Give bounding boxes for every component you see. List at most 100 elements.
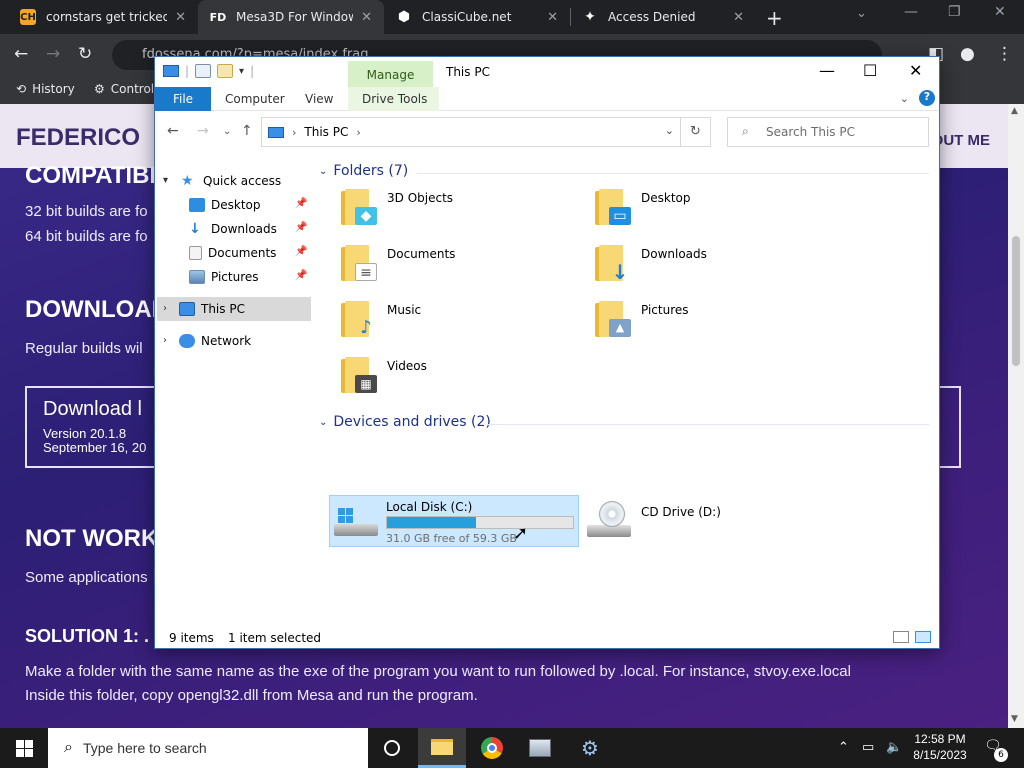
folder-videos[interactable]: ▦ Videos [331, 349, 571, 403]
back-icon[interactable]: ← [14, 44, 28, 64]
bookmark-control[interactable]: ⚙ Control [94, 82, 154, 96]
close-icon[interactable]: ✕ [175, 10, 186, 25]
tab-mesa3d[interactable]: FD Mesa3D For Windows - ✕ [198, 0, 384, 34]
search-input[interactable]: ⌕ Search This PC [727, 117, 929, 147]
forward-icon[interactable]: → [46, 44, 60, 64]
folder-3d-objects[interactable]: ◆ 3D Objects [331, 181, 571, 235]
help-icon[interactable]: ? [919, 90, 935, 106]
nav-this-pc[interactable]: › This PC [157, 297, 311, 321]
nav-documents[interactable]: Documents 📌 [155, 241, 311, 265]
tab-view[interactable]: View [305, 87, 333, 111]
drive-cd-d[interactable]: CD Drive (D:) [585, 495, 825, 547]
taskbar-app[interactable] [516, 728, 564, 768]
folders-group-header[interactable]: ⌄ Folders (7) [319, 163, 408, 179]
task-view-icon [384, 740, 400, 756]
pin-icon[interactable]: 📌 [295, 246, 307, 257]
folder-desktop[interactable]: ▭ Desktop [585, 181, 825, 235]
recent-locations-icon[interactable]: ⌄ [223, 126, 231, 137]
clock-time: 12:58 PM [914, 732, 966, 746]
nav-about-me[interactable]: OUT ME [932, 132, 990, 149]
taskbar-search-input[interactable]: ⌕ Type here to search [48, 728, 368, 768]
back-icon[interactable]: ← [167, 123, 179, 139]
chevron-down-icon[interactable]: ⌄ [319, 166, 327, 177]
taskbar-chrome[interactable] [468, 728, 516, 768]
tab-classicube[interactable]: ⬢ ClassiCube.net ✕ [384, 0, 570, 34]
reload-icon[interactable]: ↻ [78, 44, 92, 64]
notifications-button[interactable]: 🗨 6 [984, 738, 1008, 762]
folder-pictures[interactable]: ▲ Pictures [585, 293, 825, 347]
chevron-down-icon[interactable]: ⌄ [900, 92, 909, 105]
scroll-down-icon[interactable]: ▼ [1011, 714, 1018, 724]
chevron-right-icon[interactable]: › [163, 303, 167, 314]
forward-icon[interactable]: → [197, 123, 209, 139]
network-icon[interactable]: ▭ [862, 740, 874, 755]
up-icon[interactable]: ↑ [241, 123, 253, 139]
taskbar-settings[interactable]: ⚙ [566, 728, 614, 768]
bookmark-history[interactable]: ⟲ History [16, 82, 75, 96]
site-brand[interactable]: FEDERICO [16, 124, 140, 152]
scrollbar-thumb[interactable] [1012, 236, 1020, 366]
close-icon[interactable]: ✕ [547, 10, 558, 25]
new-folder-icon[interactable] [217, 64, 234, 78]
folder-downloads[interactable]: ↓ Downloads [585, 237, 825, 291]
clock[interactable]: 12:58 PM 8/15/2023 [908, 731, 972, 763]
start-button[interactable] [0, 728, 48, 768]
chevron-down-icon[interactable]: ▾ [163, 175, 168, 186]
restore-icon[interactable]: ❐ [948, 4, 961, 20]
chevron-down-icon[interactable]: ▾ [239, 66, 244, 77]
properties-icon[interactable] [195, 64, 212, 78]
folder-documents[interactable]: ≡ Documents [331, 237, 571, 291]
profile-icon[interactable]: ● [960, 44, 975, 64]
group-label: Folders (7) [333, 163, 409, 179]
minimize-icon[interactable]: — [904, 4, 918, 20]
close-icon[interactable]: ✕ [361, 10, 372, 25]
breadcrumb-separator[interactable]: › [356, 126, 360, 139]
nav-pictures[interactable]: Pictures 📌 [155, 265, 311, 289]
close-icon[interactable]: ✕ [733, 10, 744, 25]
chevron-down-icon[interactable]: ⌄ [665, 124, 674, 137]
address-box[interactable]: › This PC › ⌄ ↻ [261, 117, 711, 147]
tab-computer[interactable]: Computer [225, 87, 285, 111]
breadcrumb[interactable]: This PC [304, 125, 348, 139]
scroll-up-icon[interactable]: ▲ [1011, 106, 1018, 116]
new-tab-button[interactable]: + [766, 6, 783, 30]
document-icon [189, 246, 202, 260]
refresh-icon[interactable]: ↻ [680, 118, 710, 146]
pin-icon[interactable]: 📌 [295, 198, 307, 209]
computer-icon [179, 302, 195, 316]
folder-icon: ↓ [595, 245, 631, 283]
drives-group-header[interactable]: ⌄ Devices and drives (2) [319, 414, 491, 430]
tab-favicon: ⬢ [397, 9, 411, 25]
task-view-button[interactable] [368, 728, 416, 768]
nav-quick-access[interactable]: ▾ ★ Quick access [155, 169, 311, 193]
chevron-down-icon[interactable]: ⌄ [856, 6, 867, 21]
page-scrollbar[interactable]: ▲ ▼ [1008, 104, 1024, 728]
maximize-icon[interactable]: ☐ [863, 61, 877, 80]
pin-icon[interactable]: 📌 [295, 270, 307, 281]
nav-network[interactable]: › Network [155, 329, 311, 353]
nav-desktop[interactable]: Desktop 📌 [155, 193, 311, 217]
drive-local-disk-c[interactable]: Local Disk (C:) 31.0 GB free of 59.3 GB [329, 495, 579, 547]
pin-icon[interactable]: 📌 [295, 222, 307, 233]
tab-cornstars[interactable]: CH cornstars get tricked in ✕ [8, 0, 198, 34]
chevron-right-icon[interactable]: › [163, 335, 167, 346]
details-view-icon[interactable] [893, 631, 909, 643]
paragraph-1: Make a folder with the same name as the … [25, 663, 851, 680]
menu-icon[interactable]: ⋮ [996, 44, 1013, 64]
tab-access-denied[interactable]: ✦ Access Denied ✕ [570, 0, 756, 34]
folder-music[interactable]: ♪ Music [331, 293, 571, 347]
large-icons-view-icon[interactable] [915, 631, 931, 643]
chevron-down-icon[interactable]: ⌄ [319, 417, 327, 428]
nav-downloads[interactable]: ↓ Downloads 📌 [155, 217, 311, 241]
chevron-up-icon[interactable]: ⌃ [838, 740, 849, 755]
volume-icon[interactable]: 🔈 [886, 740, 902, 755]
taskbar-file-explorer[interactable] [418, 728, 466, 768]
search-icon: ⌕ [742, 124, 749, 138]
close-icon[interactable]: ✕ [994, 4, 1006, 20]
ribbon-tabs: File Computer View Drive Tools ⌄ ? [155, 87, 939, 111]
tab-file[interactable]: File [155, 87, 211, 111]
close-icon[interactable]: ✕ [909, 61, 922, 80]
tab-drive-tools[interactable]: Drive Tools [348, 87, 440, 111]
minimize-icon[interactable]: — [819, 61, 835, 80]
breadcrumb-separator: › [292, 125, 297, 139]
